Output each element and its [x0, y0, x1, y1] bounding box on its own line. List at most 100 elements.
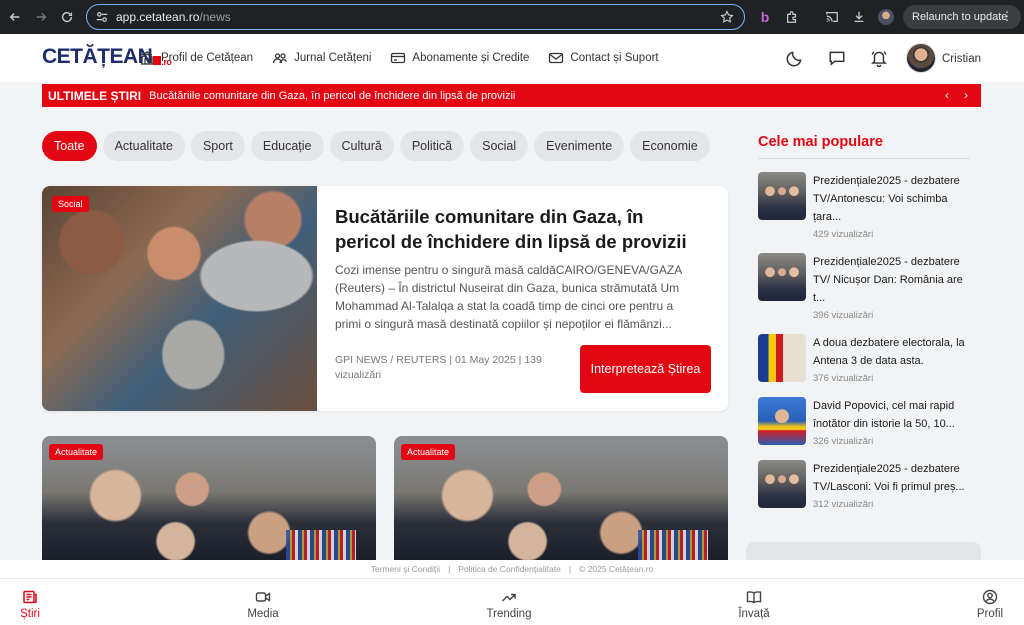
- bottom-nav-stiri[interactable]: Știri: [0, 589, 65, 620]
- popular-item-title[interactable]: Prezidențiale2025 - dezbatere TV/ Nicușo…: [813, 253, 971, 307]
- article-card[interactable]: Actualitate: [394, 436, 728, 560]
- site-settings-icon[interactable]: [95, 10, 109, 24]
- popular-item[interactable]: Prezidențiale2025 - dezbatere TV/Antones…: [758, 172, 973, 242]
- ticker-text[interactable]: Bucătăriile comunitare din Gaza, în peri…: [149, 90, 515, 102]
- footer-links: Termeni și Condiții | Politica de Confid…: [0, 560, 1024, 578]
- popular-item-title[interactable]: David Popovici, cel mai rapid înotător d…: [813, 397, 971, 433]
- bottom-nav-media[interactable]: Media: [228, 589, 298, 620]
- privacy-link[interactable]: Politica de Confidențialitate: [458, 564, 561, 574]
- dark-mode-moon-icon[interactable]: [785, 48, 805, 68]
- featured-article-card[interactable]: Social Bucătăriile comunitare din Gaza, …: [42, 186, 728, 411]
- category-pill-evenimente[interactable]: Evenimente: [534, 131, 625, 161]
- nav-abonamente[interactable]: Abonamente și Credite: [390, 50, 529, 66]
- bookmark-star-icon[interactable]: [720, 10, 734, 24]
- popular-item[interactable]: David Popovici, cel mai rapid înotător d…: [758, 397, 973, 449]
- news-icon: [23, 590, 37, 604]
- notification-bell-icon[interactable]: [869, 48, 889, 68]
- bottom-nav-profil[interactable]: Profil: [955, 589, 1024, 620]
- puzzle-icon[interactable]: [783, 8, 801, 26]
- category-badge: Social: [52, 196, 89, 212]
- category-pill-economie[interactable]: Economie: [630, 131, 710, 161]
- relaunch-label: Relaunch to update: [912, 11, 1008, 23]
- popular-item-thumbnail[interactable]: [758, 334, 806, 382]
- bottom-nav-label: Trending: [486, 608, 532, 620]
- user-icon: [982, 589, 998, 605]
- popular-section-title: Cele mai populare: [758, 134, 883, 150]
- more-vert-icon[interactable]: ⋮: [1001, 9, 1013, 23]
- extension-icon[interactable]: b: [756, 8, 774, 26]
- category-pill-cultura[interactable]: Cultură: [329, 131, 394, 161]
- user-name[interactable]: Cristian: [942, 53, 981, 65]
- popular-item-thumbnail[interactable]: [758, 253, 806, 301]
- chat-icon[interactable]: [827, 48, 847, 68]
- category-badge: Actualitate: [401, 444, 456, 460]
- category-pill-actualitate[interactable]: Actualitate: [102, 131, 185, 161]
- flags-decoration: [638, 530, 708, 560]
- terms-link[interactable]: Termeni și Condiții: [371, 564, 440, 574]
- article-card[interactable]: Actualitate: [42, 436, 376, 560]
- nav-contact[interactable]: Contact și Suport: [548, 50, 659, 66]
- popular-item-thumbnail[interactable]: [758, 172, 806, 220]
- nav-jurnal-cetateni[interactable]: Jurnal Cetățeni: [272, 50, 371, 66]
- bottom-nav-label: Știri: [20, 608, 40, 620]
- bottom-nav: Știri Media Trending Învață Profil: [0, 578, 1024, 625]
- back-icon[interactable]: [4, 6, 26, 28]
- address-bar[interactable]: app.cetatean.ro/news: [86, 4, 745, 30]
- popular-item-thumbnail[interactable]: [758, 460, 806, 508]
- nav-profil-cetatean[interactable]: Profil de Cetățean: [139, 50, 253, 66]
- popular-item-thumbnail[interactable]: [758, 397, 806, 445]
- popular-item-views: 376 vizualizări: [813, 373, 874, 384]
- reload-icon[interactable]: [56, 6, 78, 28]
- popular-item-views: 429 vizualizări: [813, 229, 874, 240]
- user-avatar[interactable]: [906, 43, 936, 73]
- profile-avatar-icon[interactable]: [877, 8, 895, 26]
- featured-article-image[interactable]: [42, 186, 317, 411]
- bottom-nav-label: Profil: [976, 608, 1004, 620]
- logo-text: CETĂȚEAN: [42, 45, 153, 68]
- header-actions: [785, 48, 911, 68]
- book-icon: [746, 591, 762, 604]
- interpret-news-button[interactable]: Interpretează Știrea: [580, 345, 711, 393]
- featured-article-excerpt: Cozi imense pentru o singură masă caldăC…: [335, 263, 682, 331]
- chevron-right-icon[interactable]: ›: [959, 88, 973, 102]
- category-pill-social[interactable]: Social: [470, 131, 529, 161]
- divider: [758, 158, 970, 159]
- category-filter: Toate Actualitate Sport Educație Cultură…: [42, 131, 716, 161]
- relaunch-button[interactable]: Relaunch to update ⋮: [903, 5, 1021, 29]
- featured-article-meta: GPI NEWS / REUTERS | 01 May 2025 | 139 v…: [335, 354, 542, 381]
- nav-label: Profil de Cetățean: [161, 52, 254, 64]
- browser-toolbar: app.cetatean.ro/news b Relaunch to updat…: [0, 0, 1024, 34]
- popular-item[interactable]: Prezidențiale2025 - dezbatere TV/ Nicușo…: [758, 253, 973, 323]
- popular-item-title[interactable]: Prezidențiale2025 - dezbatere TV/Lasconi…: [813, 460, 971, 496]
- popular-item[interactable]: Prezidențiale2025 - dezbatere TV/Lasconi…: [758, 460, 973, 512]
- bottom-nav-invata[interactable]: Învață: [719, 589, 789, 620]
- popular-item-views: 396 vizualizări: [813, 310, 874, 321]
- popular-item-title[interactable]: A doua dezbatere electorala, la Antena 3…: [813, 334, 971, 370]
- popular-item-views: 326 vizualizări: [813, 436, 874, 447]
- category-badge: Actualitate: [49, 444, 104, 460]
- nav-label: Jurnal Cetățeni: [294, 52, 372, 64]
- forward-icon[interactable]: [30, 6, 52, 28]
- category-pill-toate[interactable]: Toate: [42, 131, 97, 161]
- flags-decoration: [286, 530, 356, 560]
- url-text: app.cetatean.ro/news: [116, 10, 231, 24]
- copyright-text: © 2025 Cetățean.ro: [579, 564, 654, 574]
- building-icon: [141, 51, 153, 65]
- separator: |: [448, 564, 451, 574]
- nav-label: Abonamente și Credite: [412, 52, 530, 64]
- featured-article-title[interactable]: Bucătăriile comunitare din Gaza, în peri…: [335, 204, 705, 254]
- people-icon: [272, 53, 288, 64]
- popular-item[interactable]: A doua dezbatere electorala, la Antena 3…: [758, 334, 973, 386]
- chevron-left-icon[interactable]: ‹: [940, 88, 954, 102]
- category-pill-politica[interactable]: Politică: [399, 131, 465, 161]
- trending-icon: [501, 593, 516, 602]
- cast-icon[interactable]: [823, 8, 841, 26]
- ticker-label: ULTIMELE ȘTIRI: [48, 88, 142, 103]
- category-pill-sport[interactable]: Sport: [190, 131, 245, 161]
- card-icon: [391, 52, 406, 64]
- download-icon[interactable]: [850, 8, 868, 26]
- separator: |: [568, 564, 572, 574]
- popular-item-title[interactable]: Prezidențiale2025 - dezbatere TV/Antones…: [813, 172, 971, 226]
- category-pill-educatie[interactable]: Educație: [250, 131, 324, 161]
- bottom-nav-trending[interactable]: Trending: [474, 589, 544, 620]
